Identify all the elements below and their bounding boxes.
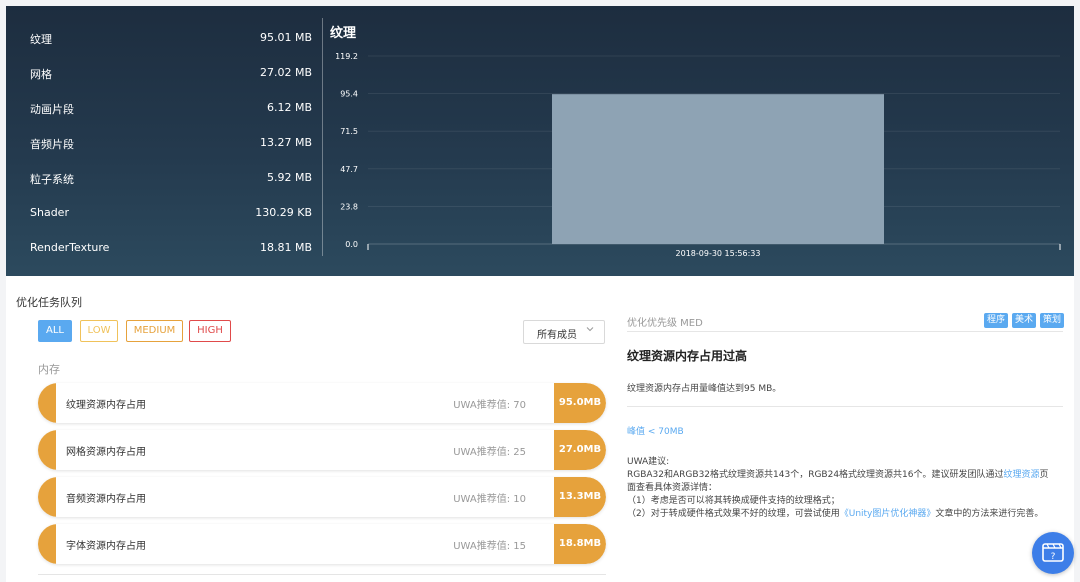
task-name: 音频资源内存占用	[66, 494, 146, 505]
stat-row-texture[interactable]: 纹理 95.01 MB	[6, 28, 322, 48]
stat-label: Shader	[30, 206, 69, 219]
article-link[interactable]: 《Unity图片优化神器》	[840, 509, 936, 519]
film-question-icon: ?	[1042, 543, 1064, 562]
task-name: 网格资源内存占用	[66, 447, 146, 458]
y-tick-label: 47.7	[340, 165, 358, 174]
task-recommend: UWA推荐值: 25	[453, 447, 526, 458]
stat-label: 网格	[30, 68, 52, 81]
stat-row-mesh[interactable]: 网格 27.02 MB	[6, 63, 322, 83]
stat-value: 95.01 MB	[259, 31, 312, 44]
member-select-label: 所有成员	[537, 330, 577, 341]
y-tick-label: 71.5	[340, 127, 358, 136]
task-item[interactable]: 字体资源内存占用 UWA推荐值: 15 18.8MB	[38, 524, 606, 564]
texture-resource-link[interactable]: 纹理资源	[1004, 470, 1040, 480]
divider	[627, 331, 1063, 332]
suggestion-line: （1）考虑是否可以将其转换成硬件支持的纹理格式；	[627, 496, 840, 506]
task-recommend: UWA推荐值: 15	[453, 541, 526, 552]
task-value-badge: 95.0MB	[554, 383, 606, 423]
y-tick-label: 23.8	[340, 202, 358, 211]
stat-label: 动画片段	[30, 103, 74, 116]
task-severity-marker	[38, 430, 56, 470]
stat-label: RenderTexture	[30, 241, 110, 254]
task-severity-marker	[38, 383, 56, 423]
help-button[interactable]: ?	[1032, 532, 1074, 574]
task-name: 字体资源内存占用	[66, 541, 146, 552]
list-divider	[38, 574, 606, 575]
peak-threshold: 峰值 < 70MB	[627, 427, 684, 437]
detail-title: 纹理资源内存占用过高	[627, 349, 748, 363]
task-value-badge: 13.3MB	[554, 477, 606, 517]
chevron-down-icon	[586, 327, 594, 332]
y-tick-label: 0.0	[345, 240, 358, 249]
task-recommend: UWA推荐值: 70	[453, 400, 526, 411]
tag-program[interactable]: 程序	[984, 313, 1008, 328]
stat-row-particles[interactable]: 粒子系统 5.92 MB	[6, 168, 322, 188]
memory-overview-panel: 纹理 95.01 MB 网格 27.02 MB 动画片段 6.12 MB 音频片…	[6, 6, 1074, 276]
stat-label: 音频片段	[30, 138, 74, 151]
task-name: 纹理资源内存占用	[66, 400, 146, 411]
stat-row-rendertexture[interactable]: RenderTexture 18.81 MB	[6, 238, 322, 258]
stat-value: 18.81 MB	[259, 241, 312, 254]
task-value-badge: 27.0MB	[554, 430, 606, 470]
filter-high-button[interactable]: HIGH	[189, 320, 231, 342]
task-recommend: UWA推荐值: 10	[453, 494, 526, 505]
priority-label: 优化优先级 MED	[627, 318, 703, 329]
task-item[interactable]: 网格资源内存占用 UWA推荐值: 25 27.0MB	[38, 430, 606, 470]
y-tick-label: 95.4	[340, 90, 358, 99]
divider	[627, 406, 1063, 407]
optimization-panel: 优化任务队列 ALL LOW MEDIUM HIGH 所有成员 内存 纹理资源内…	[6, 276, 1074, 582]
stat-value: 5.92 MB	[266, 171, 312, 184]
svg-text:?: ?	[1051, 552, 1056, 562]
task-item[interactable]: 纹理资源内存占用 UWA推荐值: 70 95.0MB	[38, 383, 606, 423]
bar	[552, 94, 884, 244]
stat-label: 粒子系统	[30, 173, 74, 186]
suggestion-line: （2）对于转成硬件格式效果不好的纹理，可尝试使用《Unity图片优化神器》文章中…	[627, 509, 1044, 519]
suggestion-line: 面查看具体资源详情：	[627, 483, 718, 493]
category-label: 内存	[38, 363, 60, 376]
suggestion-line: RGBA32和ARGB32格式纹理资源共143个，RGB24格式纹理资源共16个…	[627, 470, 1049, 480]
stat-row-audio[interactable]: 音频片段 13.27 MB	[6, 133, 322, 153]
filter-low-button[interactable]: LOW	[80, 320, 118, 342]
member-select[interactable]: 所有成员	[523, 320, 605, 344]
section-title: 优化任务队列	[16, 296, 82, 309]
task-severity-marker	[38, 477, 56, 517]
stat-row-animation[interactable]: 动画片段 6.12 MB	[6, 98, 322, 118]
app-frame: 纹理 95.01 MB 网格 27.02 MB 动画片段 6.12 MB 音频片…	[0, 0, 1080, 582]
y-tick-label: 119.2	[335, 52, 358, 61]
task-item[interactable]: 音频资源内存占用 UWA推荐值: 10 13.3MB	[38, 477, 606, 517]
stat-value: 130.29 KB	[255, 206, 312, 219]
stat-value: 6.12 MB	[266, 101, 312, 114]
panel-divider	[322, 18, 323, 256]
filter-medium-button[interactable]: MEDIUM	[126, 320, 183, 342]
tag-design[interactable]: 策划	[1040, 313, 1064, 328]
detail-description: 纹理资源内存占用量峰值达到95 MB。	[627, 384, 782, 394]
stat-label: 纹理	[30, 33, 52, 46]
texture-memory-chart: 0.0 23.8 47.7 71.5 95.4 119.2 2018-09-30 15:56…	[335, 52, 1061, 258]
stat-value: 27.02 MB	[259, 66, 312, 79]
filter-all-button[interactable]: ALL	[38, 320, 72, 342]
task-value-badge: 18.8MB	[554, 524, 606, 564]
suggestion-heading: UWA建议:	[627, 457, 670, 467]
stat-row-shader[interactable]: Shader 130.29 KB	[6, 203, 322, 223]
chart-title: 纹理	[330, 26, 357, 41]
tag-art[interactable]: 美术	[1012, 313, 1036, 328]
x-tick-label: 2018-09-30 15:56:33	[676, 249, 761, 258]
stat-value: 13.27 MB	[259, 136, 312, 149]
task-severity-marker	[38, 524, 56, 564]
